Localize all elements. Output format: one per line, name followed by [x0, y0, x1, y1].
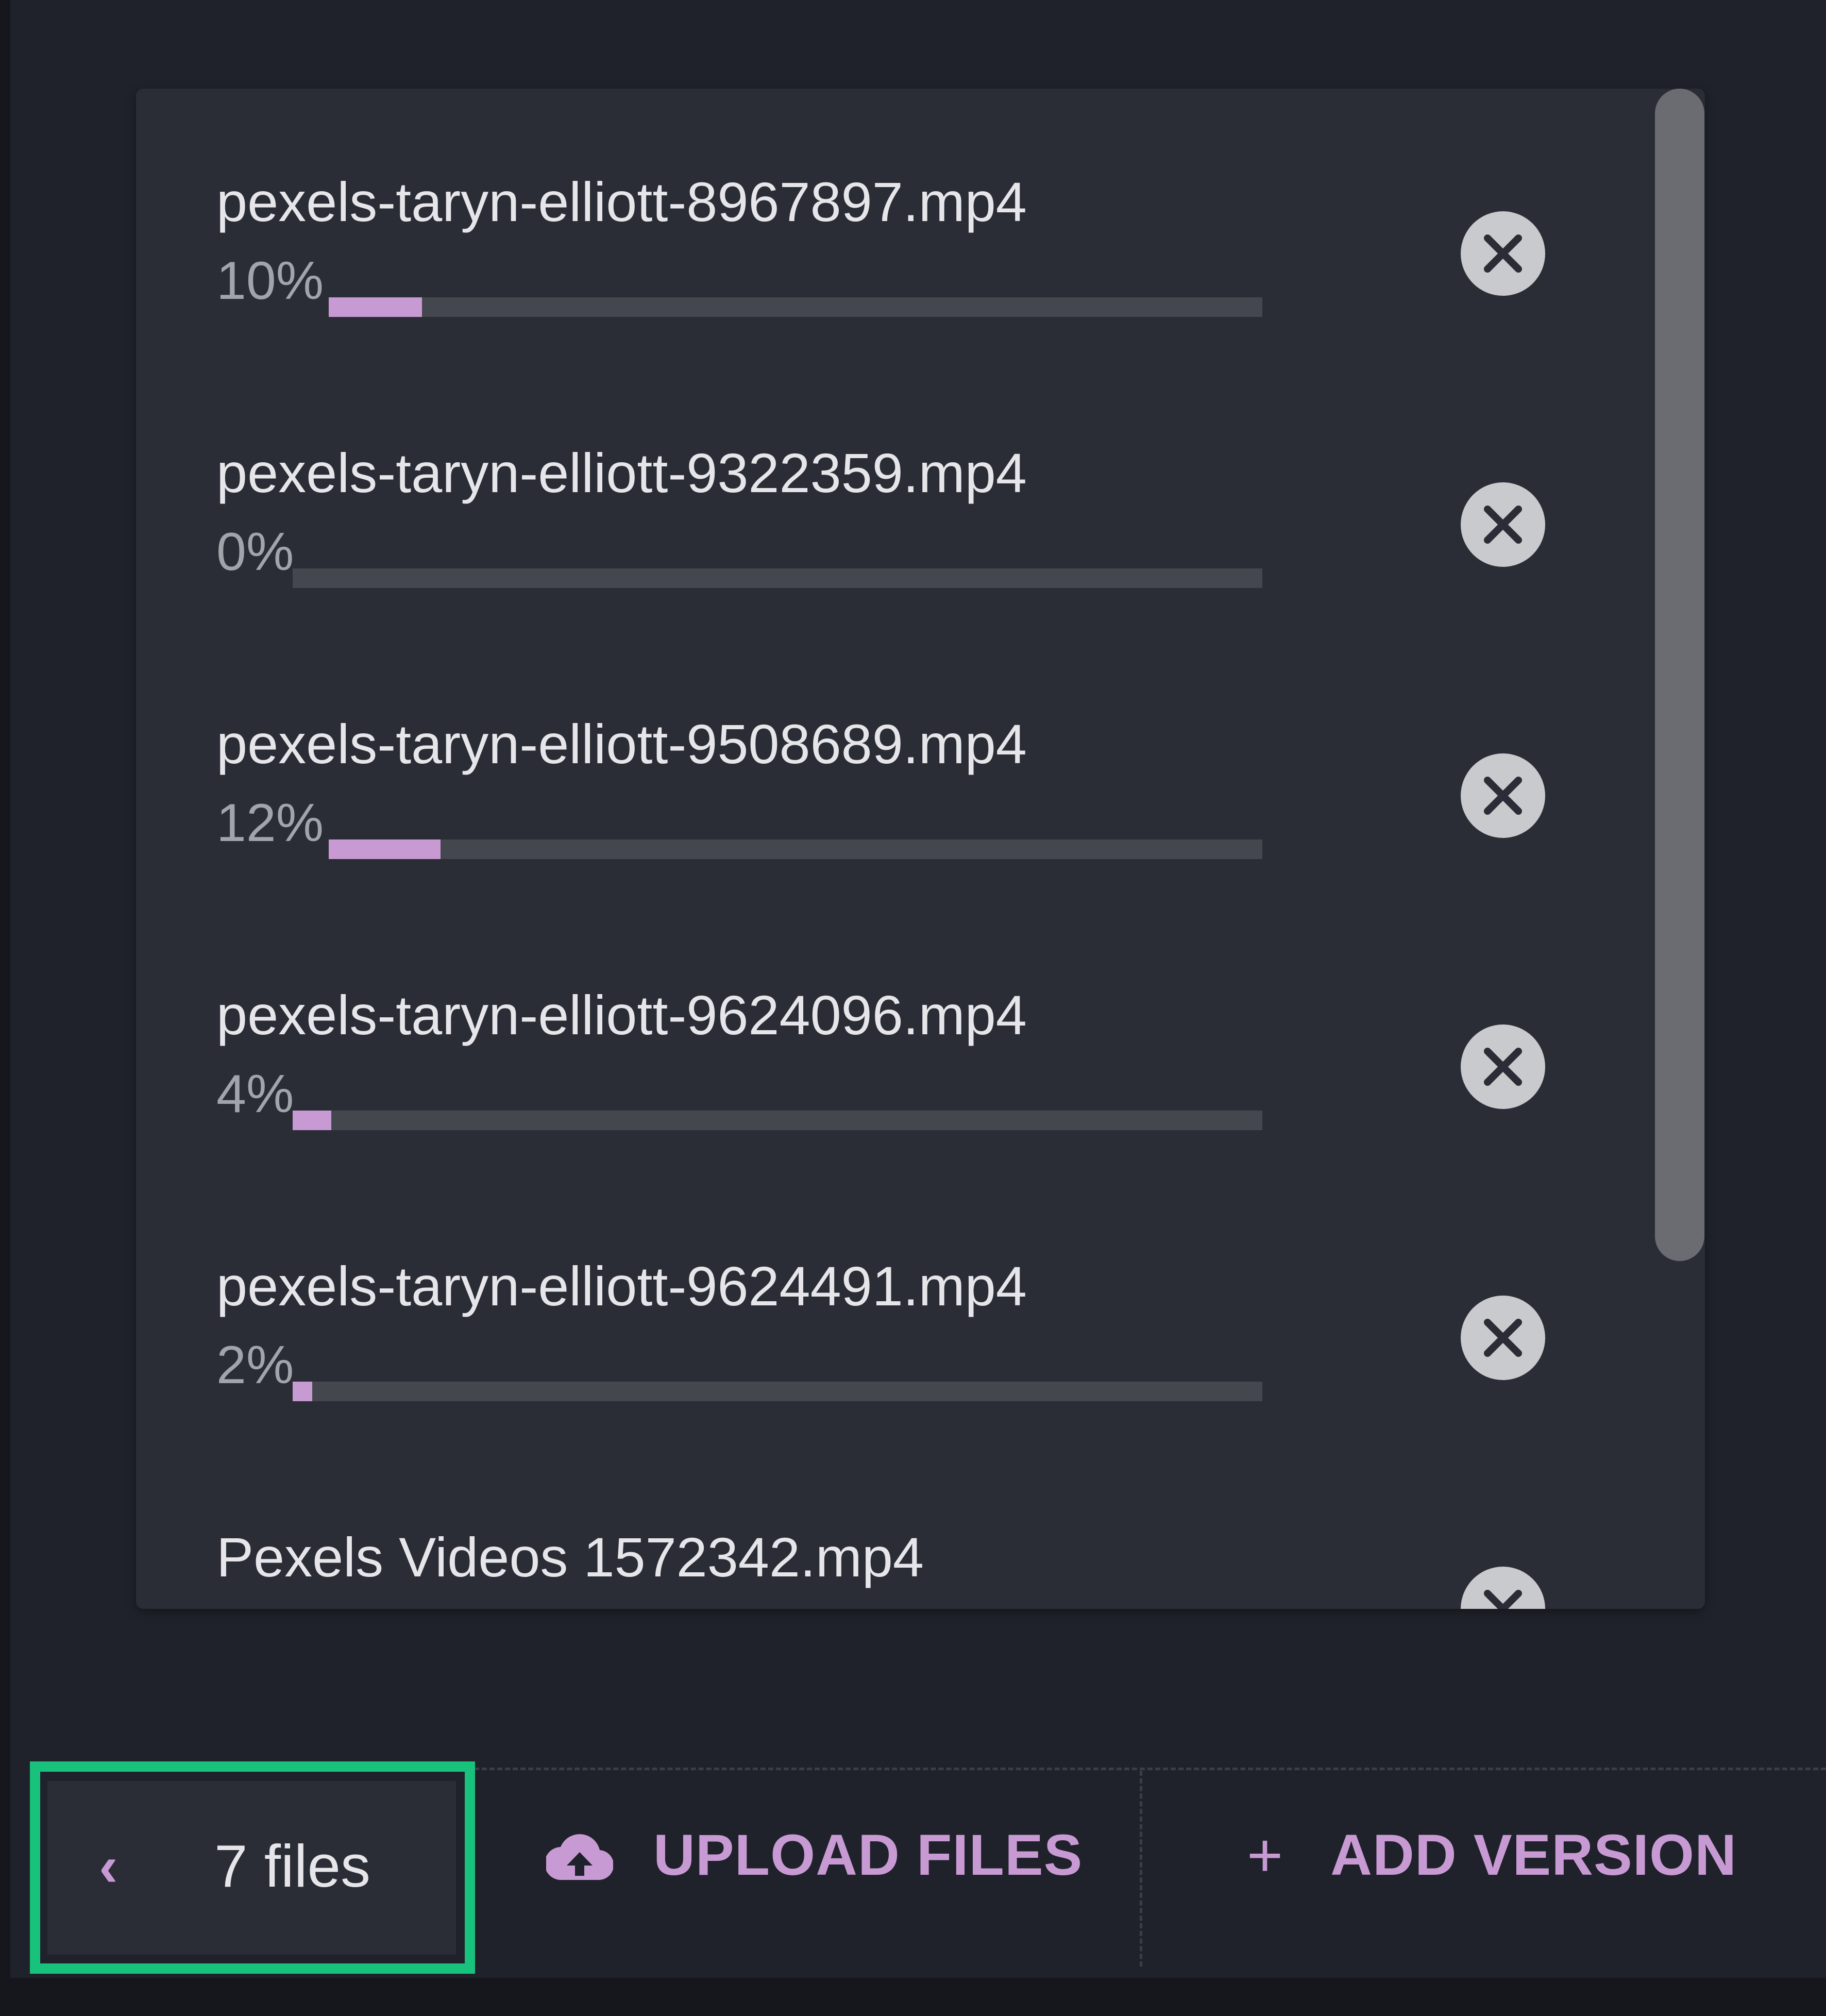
upload-item: pexels-taryn-elliott-9624096.mp4 4%	[216, 979, 1608, 1250]
upload-item: pexels-taryn-elliott-9508689.mp4 12%	[216, 708, 1608, 979]
chevron-left-icon: ‹	[99, 1835, 118, 1898]
file-name: pexels-taryn-elliott-8967897.mp4	[216, 171, 1027, 233]
close-icon	[1484, 1319, 1522, 1357]
plus-icon: +	[1247, 1821, 1283, 1890]
cancel-upload-button[interactable]	[1461, 211, 1545, 296]
progress-percent: 0%	[216, 522, 294, 582]
cancel-upload-button[interactable]	[1461, 1024, 1545, 1109]
cancel-upload-button[interactable]	[1461, 482, 1545, 567]
progress-percent: 12%	[216, 793, 324, 853]
upload-item: pexels-taryn-elliott-9624491.mp4 2%	[216, 1250, 1608, 1521]
close-icon	[1484, 1048, 1522, 1086]
progress-fill	[329, 839, 441, 859]
close-icon	[1484, 1590, 1522, 1609]
progress-bar	[329, 297, 1262, 317]
cancel-upload-button[interactable]	[1461, 1567, 1545, 1609]
upload-footer: ‹ 7 files UPLOAD FILES + ADD VERSION	[0, 1761, 1826, 1979]
upload-item: pexels-taryn-elliott-8967897.mp4 10%	[216, 166, 1608, 437]
upload-item: Pexels Videos 1572342.mp4	[216, 1521, 1608, 1609]
progress-bar	[293, 1382, 1262, 1401]
files-count-label: 7 files	[214, 1833, 371, 1900]
close-icon	[1484, 506, 1522, 544]
progress-bar	[329, 839, 1262, 859]
files-toggle-button[interactable]: ‹ 7 files	[47, 1781, 456, 1955]
bottom-edge	[0, 1978, 1826, 2016]
progress-fill	[329, 297, 422, 317]
upload-dialog: pexels-taryn-elliott-8967897.mp4 10% pex…	[0, 0, 1826, 2016]
upload-files-label: UPLOAD FILES	[653, 1823, 1083, 1887]
scrollbar-thumb[interactable]	[1655, 89, 1704, 1261]
upload-item: pexels-taryn-elliott-9322359.mp4 0%	[216, 437, 1608, 708]
file-name: Pexels Videos 1572342.mp4	[216, 1526, 924, 1588]
left-border	[0, 0, 10, 2016]
progress-percent: 2%	[216, 1335, 294, 1395]
close-icon	[1484, 777, 1522, 815]
file-name: pexels-taryn-elliott-9624491.mp4	[216, 1255, 1027, 1317]
footer-divider	[474, 1768, 1826, 1770]
file-name: pexels-taryn-elliott-9508689.mp4	[216, 713, 1027, 775]
upload-files-button[interactable]: UPLOAD FILES	[546, 1814, 1083, 1896]
upload-list: pexels-taryn-elliott-8967897.mp4 10% pex…	[136, 89, 1705, 1609]
footer-vertical-divider	[1140, 1771, 1142, 1967]
progress-fill	[293, 1382, 312, 1401]
cancel-upload-button[interactable]	[1461, 1296, 1545, 1380]
progress-bar	[293, 568, 1262, 588]
cancel-upload-button[interactable]	[1461, 753, 1545, 838]
add-version-button[interactable]: + ADD VERSION	[1247, 1814, 1737, 1896]
progress-percent: 10%	[216, 251, 324, 311]
file-name: pexels-taryn-elliott-9624096.mp4	[216, 984, 1027, 1046]
progress-percent: 4%	[216, 1064, 294, 1124]
file-name: pexels-taryn-elliott-9322359.mp4	[216, 442, 1027, 504]
cloud-upload-icon	[546, 1834, 613, 1880]
add-version-label: ADD VERSION	[1330, 1823, 1737, 1887]
close-icon	[1484, 234, 1522, 273]
progress-fill	[293, 1111, 332, 1130]
progress-bar	[293, 1111, 1262, 1130]
